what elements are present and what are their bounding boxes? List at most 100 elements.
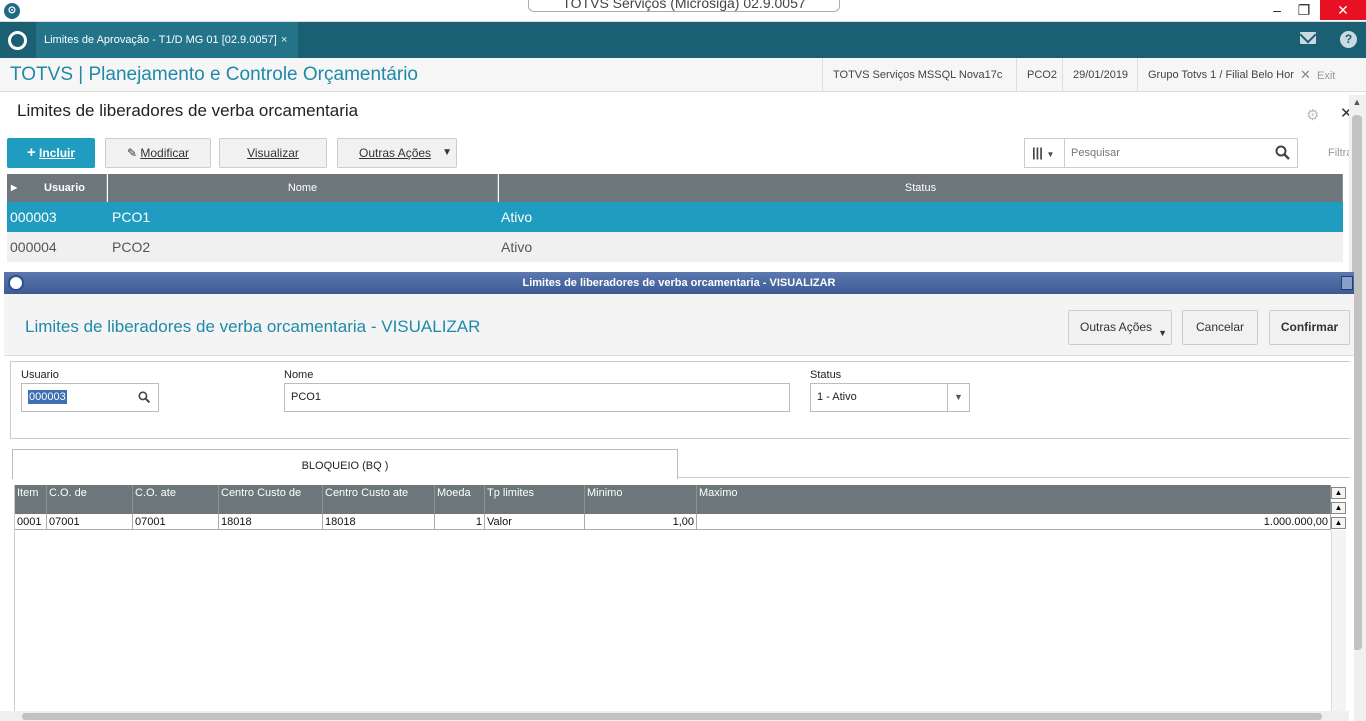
cell-co-ate[interactable]: 07001	[133, 514, 219, 530]
cell-usuario: 000004	[10, 239, 57, 255]
table-row[interactable]: 000003 PCO1 Ativo	[7, 202, 1343, 232]
columns-button[interactable]: ||| ▼	[1025, 139, 1065, 167]
cell-cc-de[interactable]: 18018	[219, 514, 323, 530]
dialog-other-actions-label: Outras Ações	[1080, 320, 1153, 334]
browse-grid: ▶ Usuario Nome Status 000003 PCO1 Ativo …	[7, 174, 1343, 262]
horizontal-scrollbar-thumb[interactable]	[22, 713, 1322, 720]
gear-icon[interactable]: ⚙	[1306, 106, 1319, 124]
tab-bloqueio[interactable]: BLOQUEIO (BQ )	[12, 449, 678, 479]
cell-status: Ativo	[501, 239, 533, 255]
view-label: Visualizar	[247, 146, 299, 160]
chevron-down-icon: ▼	[1046, 150, 1055, 159]
cell-nome: PCO1	[112, 209, 151, 225]
nome-field[interactable]: PCO1	[284, 383, 790, 412]
scroll-top-icon[interactable]: ▲	[1331, 487, 1346, 499]
help-icon[interactable]: ?	[1340, 31, 1357, 48]
pencil-icon: ✎	[126, 146, 138, 160]
cell-moeda[interactable]: 1	[435, 514, 485, 530]
exit-label: Exit	[1317, 70, 1336, 82]
cell-item[interactable]: 0001	[15, 514, 47, 530]
scroll-page-up-icon[interactable]: ▲	[1331, 502, 1346, 514]
cell-cc-ate[interactable]: 18018	[323, 514, 435, 530]
dialog-app-icon	[8, 275, 24, 291]
columns-icon: |||	[1032, 145, 1043, 160]
col-co-de[interactable]: C.O. de	[47, 485, 133, 514]
home-icon[interactable]	[8, 31, 27, 50]
module-label: PCO2	[1016, 58, 1067, 92]
window-title: TOTVS Serviços (Microsiga) 02.9.0057	[528, 0, 840, 12]
search-box: ||| ▼	[1024, 138, 1298, 168]
search-input[interactable]	[1071, 140, 1267, 166]
confirm-button[interactable]: Confirmar	[1269, 310, 1350, 345]
date-label: 29/01/2019	[1062, 58, 1138, 92]
tab-divider	[678, 477, 1350, 478]
usuario-field[interactable]: 000003	[21, 383, 159, 412]
col-minimo[interactable]: Minimo	[585, 485, 697, 514]
app-title: TOTVS | Planejamento e Controle Orçament…	[10, 64, 418, 85]
include-button[interactable]: + Incluir	[7, 138, 95, 168]
other-actions-label: Outras Ações	[359, 146, 432, 160]
scroll-up-icon[interactable]: ▲	[1352, 97, 1362, 107]
mail-icon[interactable]	[1300, 32, 1316, 44]
row-indicator-icon: ▶	[11, 183, 18, 192]
search-icon[interactable]	[1275, 145, 1291, 161]
modify-label: Modificar	[140, 146, 190, 160]
col-maximo[interactable]: Maximo	[697, 485, 1331, 514]
tab-close-icon[interactable]: ×	[281, 22, 287, 58]
chevron-down-icon: ▼	[947, 384, 969, 411]
status-select[interactable]: 1 - Ativo ▼	[810, 383, 970, 412]
app-logo-icon: ⊙	[4, 3, 20, 19]
cell-nome: PCO2	[112, 239, 151, 255]
chevron-down-icon: ▼	[1158, 328, 1167, 338]
scroll-up-icon[interactable]: ▲	[1331, 517, 1346, 529]
col-tp-limites[interactable]: Tp limites	[485, 485, 585, 514]
include-label: Incluir	[39, 146, 76, 160]
col-moeda[interactable]: Moeda	[435, 485, 485, 514]
usuario-value: 000003	[28, 390, 67, 404]
col-cc-ate[interactable]: Centro Custo ate	[323, 485, 435, 514]
usuario-label: Usuario	[21, 369, 59, 381]
modify-button[interactable]: ✎ Modificar	[105, 138, 211, 168]
dialog-title-bar: Limites de liberadores de verba orcament…	[4, 272, 1354, 294]
page-title: Limites de liberadores de verba orcament…	[17, 101, 359, 120]
cell-usuario: 000003	[10, 209, 57, 225]
os-title-bar: ⊙ TOTVS Serviços (Microsiga) 02.9.0057 –…	[0, 0, 1366, 22]
dialog-other-actions-button[interactable]: Outras Ações ▼	[1068, 310, 1172, 345]
col-co-ate[interactable]: C.O. ate	[133, 485, 219, 514]
status-value: 1 - Ativo	[817, 391, 857, 403]
app-header: TOTVS | Planejamento e Controle Orçament…	[0, 58, 1366, 92]
environment-label: TOTVS Serviços MSSQL Nova17c	[822, 58, 1012, 92]
close-icon: ✕	[1300, 67, 1311, 82]
cell-status: Ativo	[501, 209, 533, 225]
col-item[interactable]: Item	[15, 485, 47, 514]
cell-tp-limites[interactable]: Valor	[485, 514, 585, 530]
column-header-usuario[interactable]: ▶ Usuario	[7, 174, 107, 202]
column-header-nome[interactable]: Nome	[108, 174, 498, 202]
tab-bar: Limites de Aprovação - T1/D MG 01 [02.9.…	[0, 22, 1366, 58]
cell-maximo[interactable]: 1.000.000,00	[697, 514, 1331, 530]
table-row[interactable]: 000004 PCO2 Ativo	[7, 232, 1343, 262]
tab-label: Limites de Aprovação - T1/D MG 01 [02.9.…	[44, 34, 277, 46]
dialog-title: Limites de liberadores de verba orcament…	[25, 317, 481, 336]
search-icon[interactable]	[138, 391, 151, 404]
dialog-close-button[interactable]	[1341, 276, 1353, 290]
column-header-status[interactable]: Status	[499, 174, 1343, 202]
cell-co-de[interactable]: 07001	[47, 514, 133, 530]
plus-icon: +	[26, 144, 36, 161]
chevron-down-icon: ▼	[442, 147, 452, 158]
cancel-button[interactable]: Cancelar	[1182, 310, 1258, 345]
exit-button[interactable]: ✕ Exit	[1300, 58, 1335, 92]
horizontal-scrollbar[interactable]	[0, 711, 1349, 721]
view-button[interactable]: Visualizar	[219, 138, 327, 168]
nome-label: Nome	[284, 369, 314, 381]
maximize-button[interactable]: ❐	[1285, 0, 1323, 20]
company-label: Grupo Totvs 1 / Filial Belo Hor	[1137, 58, 1304, 92]
column-label: Usuario	[44, 182, 85, 194]
tab-limites-aprovacao[interactable]: Limites de Aprovação - T1/D MG 01 [02.9.…	[36, 22, 298, 58]
other-actions-button[interactable]: Outras Ações ▼	[337, 138, 457, 168]
close-window-button[interactable]: ✕	[1320, 0, 1366, 20]
cell-minimo[interactable]: 1,00	[585, 514, 697, 530]
status-label: Status	[810, 369, 842, 381]
col-cc-de[interactable]: Centro Custo de	[219, 485, 323, 514]
items-scrollbar[interactable]	[1331, 530, 1346, 711]
